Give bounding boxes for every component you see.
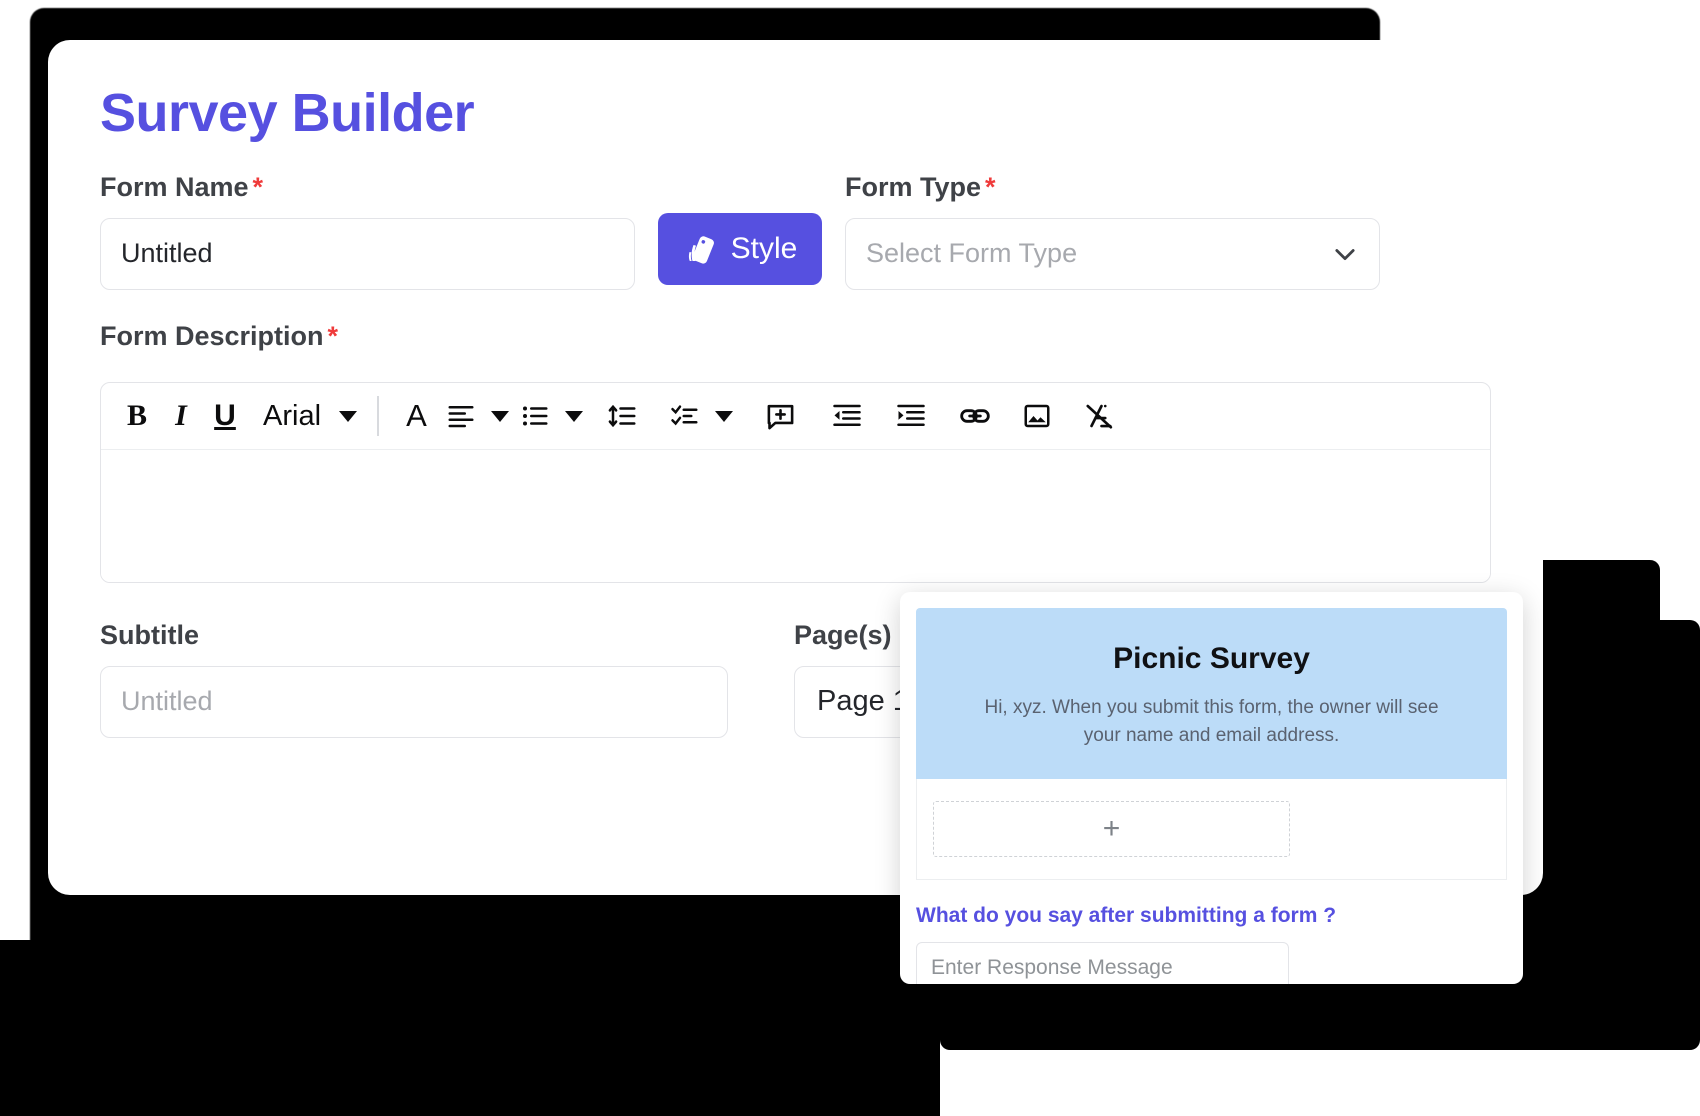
backdrop-shape-bottom [0,940,940,1116]
form-name-required-marker: * [253,172,264,202]
checklist-icon[interactable] [663,393,707,439]
response-message-input[interactable]: Enter Response Message [916,942,1289,984]
align-left-icon[interactable] [439,393,483,439]
form-description-required-marker: * [328,321,339,351]
align-dropdown-icon[interactable] [483,393,513,439]
form-type-field-group: Form Type* Select Form Type [845,171,1380,289]
page-title: Survey Builder [100,84,1491,143]
line-height-icon[interactable] [601,393,645,439]
subtitle-label: Subtitle [100,619,728,651]
form-name-field-group: Form Name* Untitled [100,171,635,289]
checklist-dropdown-icon[interactable] [707,393,737,439]
subtitle-field-group: Subtitle Untitled [100,619,728,737]
style-button-group: Style [635,171,845,285]
add-comment-icon[interactable] [759,393,803,439]
style-button[interactable]: Style [658,213,822,285]
form-type-select[interactable]: Select Form Type [845,218,1380,290]
toolbar-divider [377,396,379,436]
font-family-select[interactable]: Arial [247,393,331,439]
underline-button[interactable]: U [203,393,247,439]
form-preview-panel: Picnic Survey Hi, xyz. When you submit t… [900,592,1523,984]
form-name-label-text: Form Name [100,172,249,202]
indent-icon[interactable] [889,393,933,439]
form-type-label-text: Form Type [845,172,981,202]
form-description-label: Form Description* [100,320,1491,352]
form-description-group: Form Description* B I U Arial A [100,320,1491,583]
preview-header: Picnic Survey Hi, xyz. When you submit t… [916,608,1507,779]
form-type-required-marker: * [985,172,996,202]
chevron-down-icon [1331,240,1359,268]
preview-title: Picnic Survey [966,642,1457,676]
subtitle-input[interactable]: Untitled [100,666,728,738]
font-family-dropdown-icon[interactable] [331,393,361,439]
form-description-textarea[interactable] [101,450,1490,582]
preview-description: Hi, xyz. When you submit this form, the … [966,694,1457,749]
bullet-list-dropdown-icon[interactable] [557,393,587,439]
bold-button[interactable]: B [115,393,159,439]
preview-body: + [916,779,1507,880]
image-icon[interactable] [1015,393,1059,439]
style-card-icon [683,231,719,267]
add-field-button[interactable]: + [933,801,1290,857]
style-button-label: Style [731,232,798,266]
italic-button[interactable]: I [159,393,203,439]
clear-formatting-icon[interactable] [1077,393,1121,439]
response-question-label: What do you say after submitting a form … [916,904,1507,928]
text-color-icon[interactable]: A [395,393,439,439]
link-icon[interactable] [953,393,997,439]
form-description-label-text: Form Description [100,321,324,351]
editor-toolbar: B I U Arial A [101,383,1490,450]
bullet-list-icon[interactable] [513,393,557,439]
form-type-label: Form Type* [845,171,1380,203]
form-name-input[interactable]: Untitled [100,218,635,290]
rich-text-editor: B I U Arial A [100,382,1491,583]
form-top-row: Form Name* Untitled Style [100,171,1491,289]
form-type-select-value: Select Form Type [866,238,1077,269]
outdent-icon[interactable] [825,393,869,439]
form-name-label: Form Name* [100,171,635,203]
